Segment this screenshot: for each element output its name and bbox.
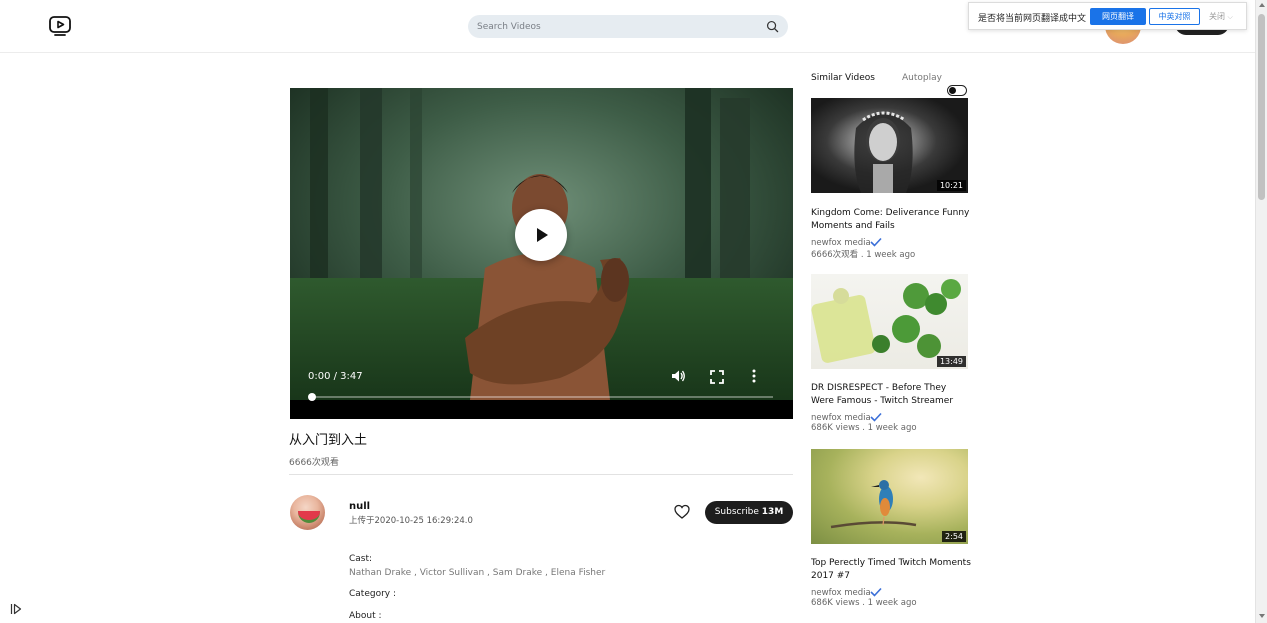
- play-button[interactable]: [515, 209, 567, 261]
- scrollbar-thumb[interactable]: [1258, 14, 1265, 200]
- scroll-down-arrow-icon[interactable]: [1259, 614, 1265, 618]
- bilingual-compare-button[interactable]: 中英对照: [1149, 8, 1200, 25]
- search-input[interactable]: [477, 18, 757, 35]
- view-count: 6666次观看: [289, 458, 339, 468]
- search-icon[interactable]: [766, 20, 779, 33]
- autoplay-toggle-knob: [949, 87, 956, 94]
- divider: [289, 474, 793, 475]
- channel-name[interactable]: null: [349, 501, 370, 512]
- about-label: About :: [349, 611, 382, 621]
- subscribe-label: Subscribe: [714, 507, 759, 517]
- category-label: Category :: [349, 589, 397, 599]
- portrait-image: [854, 111, 913, 193]
- progress-bar[interactable]: [311, 396, 773, 398]
- translate-question: 是否将当前网页翻译成中文: [978, 14, 1087, 24]
- translate-close-label: 关闭: [1209, 12, 1225, 21]
- verified-check-icon: [870, 237, 882, 247]
- video-title-link[interactable]: Kingdom Come: Deliverance Funny Moments …: [811, 207, 971, 233]
- video-meta: 686K views . 1 week ago: [811, 423, 917, 433]
- volume-icon[interactable]: [670, 368, 686, 384]
- autoplay-label: Autoplay: [902, 73, 942, 83]
- play-icon: [537, 228, 548, 242]
- translate-close-button[interactable]: 关闭 ⌵: [1209, 11, 1233, 22]
- cast-list[interactable]: Nathan Drake , Victor Sullivan , Sam Dra…: [349, 568, 605, 578]
- tv-play-logo-icon[interactable]: [48, 14, 72, 38]
- video-thumbnail[interactable]: 10:21: [811, 98, 968, 193]
- oil-bottle-image: [811, 279, 961, 363]
- verified-check-icon: [870, 587, 882, 597]
- page-scrollbar[interactable]: [1255, 0, 1267, 623]
- verified-check-icon: [870, 412, 882, 422]
- scroll-up-arrow-icon[interactable]: [1259, 3, 1265, 7]
- video-title-link[interactable]: Top Perectly Timed Twitch Moments 2017 #…: [811, 557, 971, 583]
- heart-icon[interactable]: [674, 504, 690, 520]
- cast-label: Cast:: [349, 554, 373, 564]
- translate-page-button[interactable]: 网页翻译: [1090, 8, 1146, 25]
- subscribe-button[interactable]: Subscribe 13M: [705, 501, 793, 524]
- subscriber-count: 13M: [761, 507, 784, 517]
- kingfisher-image: [830, 480, 917, 529]
- fullscreen-icon[interactable]: [709, 369, 725, 385]
- video-meta: 6666次观看 . 1 week ago: [811, 250, 916, 260]
- translate-prompt: 是否将当前网页翻译成中文 网页翻译 中英对照 关闭 ⌵: [968, 2, 1247, 30]
- video-channel[interactable]: newfox media: [811, 413, 871, 423]
- video-duration: 13:49: [936, 356, 966, 367]
- chevron-down-icon: ⌵: [1227, 13, 1233, 21]
- video-thumbnail[interactable]: 2:54: [811, 449, 968, 544]
- search-bar: [468, 15, 788, 38]
- video-duration: 2:54: [942, 531, 966, 542]
- watermelon-image: [298, 511, 320, 523]
- video-channel[interactable]: newfox media: [811, 238, 871, 248]
- video-thumbnail[interactable]: 13:49: [811, 274, 968, 369]
- video-title-link[interactable]: DR DISRESPECT - Before They Were Famous …: [811, 382, 971, 408]
- autoplay-toggle[interactable]: [947, 85, 967, 96]
- video-channel[interactable]: newfox media: [811, 588, 871, 598]
- more-vertical-icon[interactable]: [746, 368, 762, 384]
- video-title: 从入门到入土: [289, 433, 368, 448]
- upload-date: 上传于2020-10-25 16:29:24.0: [349, 516, 473, 526]
- similar-videos-heading: Similar Videos: [811, 73, 875, 83]
- video-duration: 10:21: [936, 180, 966, 191]
- progress-scrubber[interactable]: [308, 393, 316, 401]
- video-meta: 686K views . 1 week ago: [811, 598, 917, 608]
- channel-avatar[interactable]: [290, 495, 325, 530]
- time-display: 0:00 / 3:47: [308, 371, 363, 382]
- page: 是否将当前网页翻译成中文 网页翻译 中英对照 关闭 ⌵: [0, 0, 1267, 623]
- sidebar-toggle-icon[interactable]: [10, 603, 22, 615]
